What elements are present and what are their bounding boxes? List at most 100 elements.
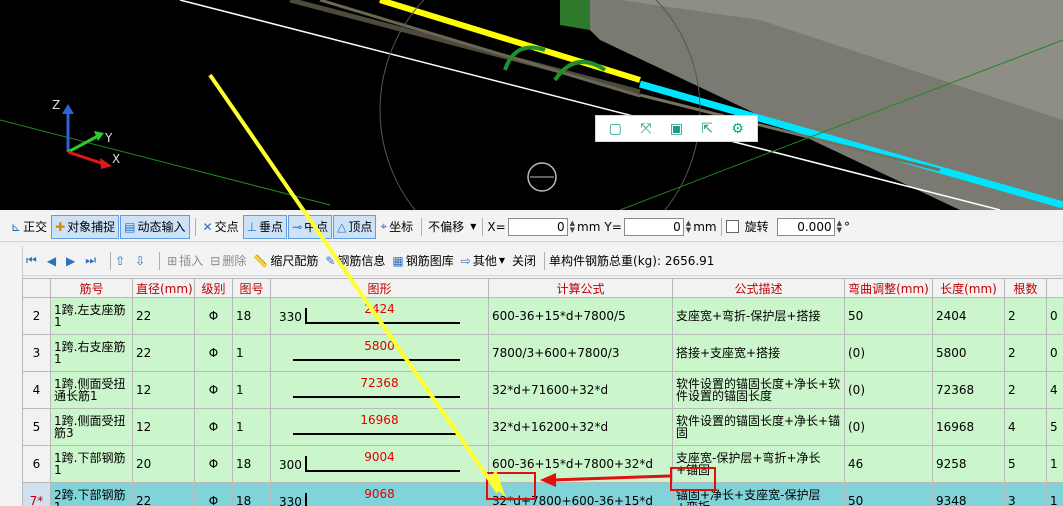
first-record-icon[interactable]: ⏮ bbox=[26, 253, 37, 268]
cell-extra[interactable]: 1 bbox=[1046, 482, 1063, 506]
scaled-rebar-button[interactable]: 📏 缩尺配筋 bbox=[250, 250, 321, 272]
cell-bar-no[interactable]: 1跨.右支座筋1 bbox=[50, 334, 133, 372]
move-up-icon[interactable]: ⇧ bbox=[115, 254, 125, 268]
object-snap-button[interactable]: ✚ 对象捕捉 bbox=[51, 214, 120, 239]
cell-length[interactable]: 2404 bbox=[932, 297, 1005, 335]
cell-figure-no[interactable]: 18 bbox=[232, 482, 271, 506]
cell-bend-adjust[interactable]: (0) bbox=[844, 334, 933, 372]
rotate-spinner-icon[interactable]: ▲ ▼ bbox=[837, 219, 842, 234]
fit-view-icon[interactable]: ⤧ bbox=[635, 119, 657, 139]
cell-diameter[interactable]: 12 bbox=[132, 408, 195, 446]
cell-bar-no[interactable]: 1跨.下部钢筋1 bbox=[50, 445, 133, 483]
cell-bar-no[interactable]: 1跨.侧面受扭筋3 bbox=[50, 408, 133, 446]
cell-formula-desc[interactable]: 软件设置的锚固长度+净长+软件设置的锚固长度 bbox=[672, 371, 845, 409]
cell-figure-no[interactable]: 18 bbox=[232, 297, 271, 335]
header-grade[interactable]: 级别 bbox=[194, 278, 233, 298]
table-row[interactable]: 2 1跨.左支座筋1 22 Φ 18 330 2424 600-36+15*d+7800/5 支… bbox=[22, 297, 1063, 335]
cell-formula[interactable]: 32*d+71600+32*d bbox=[488, 371, 673, 409]
cell-grade[interactable]: Φ bbox=[194, 408, 233, 446]
cell-extra[interactable]: 4 bbox=[1046, 371, 1063, 409]
cell-count[interactable]: 2 bbox=[1004, 334, 1047, 372]
cell-diameter[interactable]: 20 bbox=[132, 445, 195, 483]
cell-diameter[interactable]: 22 bbox=[132, 334, 195, 372]
cell-grade[interactable]: Φ bbox=[194, 297, 233, 335]
view-box-icon[interactable]: ▢ bbox=[604, 119, 626, 139]
cell-extra[interactable]: 0 bbox=[1046, 334, 1063, 372]
cell-grade[interactable]: Φ bbox=[194, 482, 233, 506]
save-view-icon[interactable]: ▣ bbox=[665, 119, 687, 139]
row-number[interactable]: 6 bbox=[22, 445, 51, 483]
header-bend-adjust[interactable]: 弯曲调整(mm) bbox=[844, 278, 933, 298]
cell-count[interactable]: 4 bbox=[1004, 408, 1047, 446]
rebar-library-button[interactable]: ▦ 钢筋图库 bbox=[389, 250, 456, 272]
rotate-checkbox[interactable] bbox=[725, 220, 739, 233]
table-row[interactable]: 6 1跨.下部钢筋1 20 Φ 18 300 9004 600-36+15*d+7800+32… bbox=[22, 445, 1063, 483]
table-row[interactable]: 7*2跨.下部钢筋122Φ18330906832*d+7800+600-36+1… bbox=[22, 482, 1063, 506]
ortho-button[interactable]: ⊾ 正交 bbox=[8, 216, 50, 238]
cell-bend-adjust[interactable]: 46 bbox=[844, 445, 933, 483]
cell-bar-no[interactable]: 1跨.左支座筋1 bbox=[50, 297, 133, 335]
perpendicular-button[interactable]: ⊥ 垂点 bbox=[242, 214, 288, 239]
cell-figure-no[interactable]: 1 bbox=[232, 371, 271, 409]
cell-formula-desc[interactable]: 搭接+支座宽+搭接 bbox=[672, 334, 845, 372]
cell-extra[interactable]: 1 bbox=[1046, 445, 1063, 483]
table-row[interactable]: 5 1跨.侧面受扭筋3 12 Φ 1 16968 32*d+16200+32*d 软件设置的锚… bbox=[22, 408, 1063, 446]
header-bar-no[interactable]: 筋号 bbox=[50, 278, 133, 298]
cell-formula[interactable]: 32*d+16200+32*d bbox=[488, 408, 673, 446]
move-down-icon[interactable]: ⇩ bbox=[135, 254, 145, 268]
prev-record-icon[interactable]: ◀ bbox=[47, 254, 56, 268]
cell-diameter[interactable]: 12 bbox=[132, 371, 195, 409]
header-formula-desc[interactable]: 公式描述 bbox=[672, 278, 845, 298]
coordinate-button[interactable]: ⌖ 坐标 bbox=[377, 216, 416, 238]
cell-shape[interactable]: 5800 bbox=[270, 334, 489, 372]
cell-grade[interactable]: Φ bbox=[194, 334, 233, 372]
delete-button[interactable]: ⊟ 删除 bbox=[207, 250, 249, 272]
header-count[interactable]: 根数 bbox=[1004, 278, 1047, 298]
last-record-icon[interactable]: ⏭ bbox=[85, 253, 96, 268]
cell-shape[interactable]: 16968 bbox=[270, 408, 489, 446]
3d-viewport[interactable]: Z Y X ▢ ⤧ ▣ ⇱ ⚙ bbox=[0, 0, 1063, 210]
close-button[interactable]: 关闭 bbox=[509, 250, 539, 272]
rebar-info-button[interactable]: ✎ 钢筋信息 bbox=[322, 250, 388, 272]
insert-button[interactable]: ⊞ 插入 bbox=[164, 250, 206, 272]
row-number[interactable]: 3 bbox=[22, 334, 51, 372]
rotate-angle-input[interactable]: 0.000 bbox=[776, 217, 835, 236]
y-spinner-icon[interactable]: ▲ ▼ bbox=[686, 219, 691, 234]
cell-figure-no[interactable]: 18 bbox=[232, 445, 271, 483]
cell-bend-adjust[interactable]: 50 bbox=[844, 482, 933, 506]
table-row[interactable]: 3 1跨.右支座筋1 22 Φ 1 5800 7800/3+600+7800/3 搭接+支座宽… bbox=[22, 334, 1063, 372]
midpoint-button[interactable]: ⊸ 中点 bbox=[288, 214, 333, 239]
cell-count[interactable]: 5 bbox=[1004, 445, 1047, 483]
cell-bar-no[interactable]: 1跨.侧面受扭通长筋1 bbox=[50, 371, 133, 409]
cell-bend-adjust[interactable]: (0) bbox=[844, 408, 933, 446]
cell-shape[interactable]: 300 9004 bbox=[270, 445, 489, 483]
header-shape[interactable]: 图形 bbox=[270, 278, 489, 298]
cell-bar-no[interactable]: 2跨.下部钢筋1 bbox=[50, 482, 133, 506]
row-number[interactable]: 5 bbox=[22, 408, 51, 446]
cell-formula-desc[interactable]: 软件设置的锚固长度+净长+锚固 bbox=[672, 408, 845, 446]
row-number[interactable]: 7* bbox=[22, 482, 51, 506]
cell-shape[interactable]: 330 9068 bbox=[270, 482, 489, 506]
row-number[interactable]: 2 bbox=[22, 297, 51, 335]
header-formula[interactable]: 计算公式 bbox=[488, 278, 673, 298]
header-figure-no[interactable]: 图号 bbox=[232, 278, 271, 298]
cell-length[interactable]: 16968 bbox=[932, 408, 1005, 446]
cell-length[interactable]: 5800 bbox=[932, 334, 1005, 372]
cell-diameter[interactable]: 22 bbox=[132, 297, 195, 335]
cell-formula-desc[interactable]: 支座宽+弯折-保护层+搭接 bbox=[672, 297, 845, 335]
next-record-icon[interactable]: ▶ bbox=[66, 254, 75, 268]
cell-count[interactable]: 3 bbox=[1004, 482, 1047, 506]
header-length[interactable]: 长度(mm) bbox=[932, 278, 1005, 298]
cell-bend-adjust[interactable]: 50 bbox=[844, 297, 933, 335]
cell-count[interactable]: 2 bbox=[1004, 371, 1047, 409]
cell-figure-no[interactable]: 1 bbox=[232, 334, 271, 372]
header-diameter[interactable]: 直径(mm) bbox=[132, 278, 195, 298]
cell-formula[interactable]: 600-36+15*d+7800/5 bbox=[488, 297, 673, 335]
vertex-button[interactable]: △ 顶点 bbox=[333, 214, 377, 239]
cell-diameter[interactable]: 22 bbox=[132, 482, 195, 506]
cell-grade[interactable]: Φ bbox=[194, 445, 233, 483]
cell-extra[interactable]: 0 bbox=[1046, 297, 1063, 335]
cell-shape[interactable]: 72368 bbox=[270, 371, 489, 409]
cell-formula[interactable]: 7800/3+600+7800/3 bbox=[488, 334, 673, 372]
cell-count[interactable]: 2 bbox=[1004, 297, 1047, 335]
